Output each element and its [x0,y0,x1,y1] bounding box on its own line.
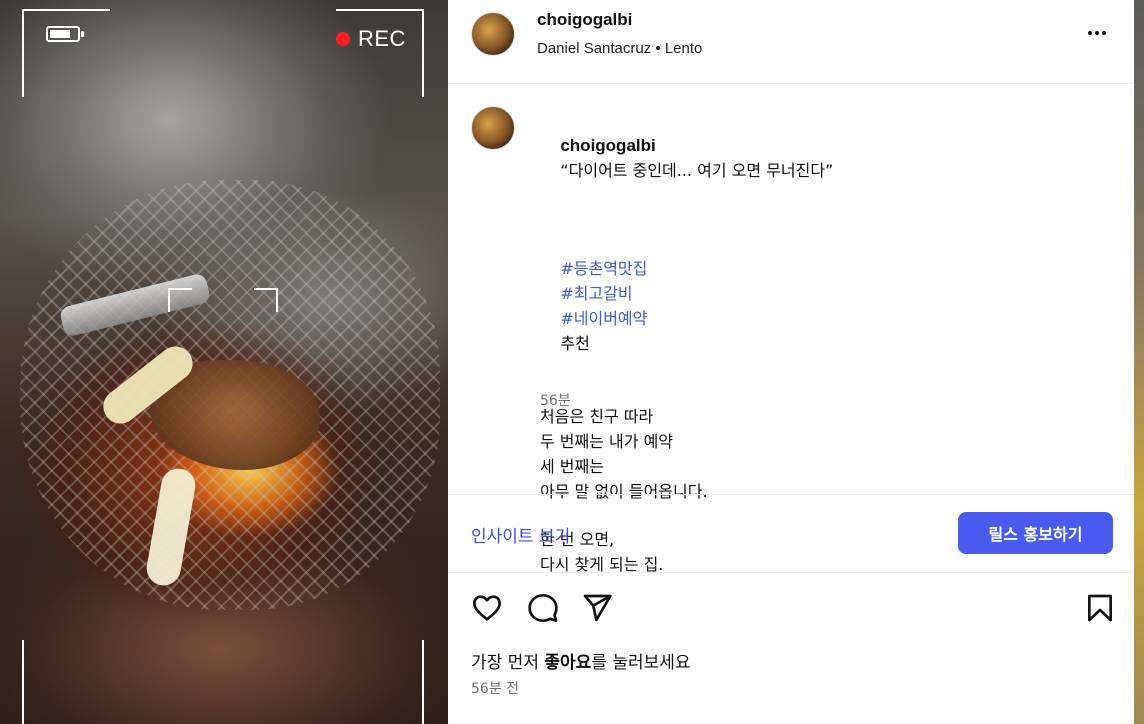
viewfinder-corner [22,640,110,724]
view-insights-link[interactable]: 인사이트 보기 [471,522,570,547]
comment-icon [528,594,558,622]
caption-line: 세 번째는 [540,457,604,476]
caption-line: 처음은 친구 따라 [540,407,654,426]
hashtag-link[interactable]: #등촌역맛집 [560,259,647,278]
share-button[interactable] [581,592,613,624]
likes-bold[interactable]: 좋아요 [544,653,591,673]
comment-button[interactable] [527,592,559,624]
hashtag-link[interactable]: #최고갈비 [560,284,632,303]
battery-level [50,30,70,38]
hashtag-suffix: 추천 [560,334,590,353]
more-horizontal-icon [1088,31,1106,35]
caption: choigogalbi “다이어트 중인데... 여기 오면 무너진다” #등촌… [540,108,1100,577]
background-edge [1134,0,1144,724]
bookmark-icon [1088,594,1112,622]
likes-prompt: 가장 먼저 좋아요를 눌러보세요 [471,648,691,673]
heart-icon [473,595,501,621]
rec-dot-icon [336,32,350,46]
viewfinder-corner [22,9,110,97]
audio-title: Lento [664,40,703,57]
focus-bracket [168,288,192,312]
viewfinder-corner [336,9,424,97]
like-button[interactable] [471,592,503,624]
send-icon [583,594,612,622]
reel-media[interactable]: REC [0,0,448,724]
caption-line: 두 번째는 내가 예약 [540,432,674,451]
caption-quote: “다이어트 중인데... 여기 오면 무너진다” [560,161,834,180]
more-options-button[interactable] [1080,20,1114,46]
caption-username[interactable]: choigogalbi [560,136,655,155]
header-username[interactable]: choigogalbi [537,10,632,30]
audio-separator: • [655,40,661,57]
audio-info[interactable]: Daniel Santacruz • Lento [537,40,702,57]
caption-line: 아무 말 없이 들어옵니다. [540,482,708,501]
avatar[interactable] [471,12,515,56]
rec-label: REC [358,26,406,51]
viewfinder-corner [336,640,424,724]
audio-artist: Daniel Santacruz [537,40,652,57]
save-button[interactable] [1084,592,1116,624]
caption-time: 56분 [540,393,571,409]
likes-suffix: 를 눌러보세요 [591,653,691,673]
post-timestamp: 56분 전 [471,681,520,697]
actions-divider [448,572,1134,573]
likes-prefix: 가장 먼저 [471,653,545,673]
promote-reel-button[interactable]: 릴스 홍보하기 [958,512,1113,554]
caption-avatar[interactable] [471,106,515,150]
insights-divider [448,494,1134,495]
header-divider [448,83,1134,84]
hashtag-link[interactable]: #네이버예약 [560,309,647,328]
caption-line: 다시 찾게 되는 집. [540,555,664,574]
battery-icon [46,26,84,42]
focus-bracket [254,288,278,312]
rec-indicator: REC [336,26,406,52]
